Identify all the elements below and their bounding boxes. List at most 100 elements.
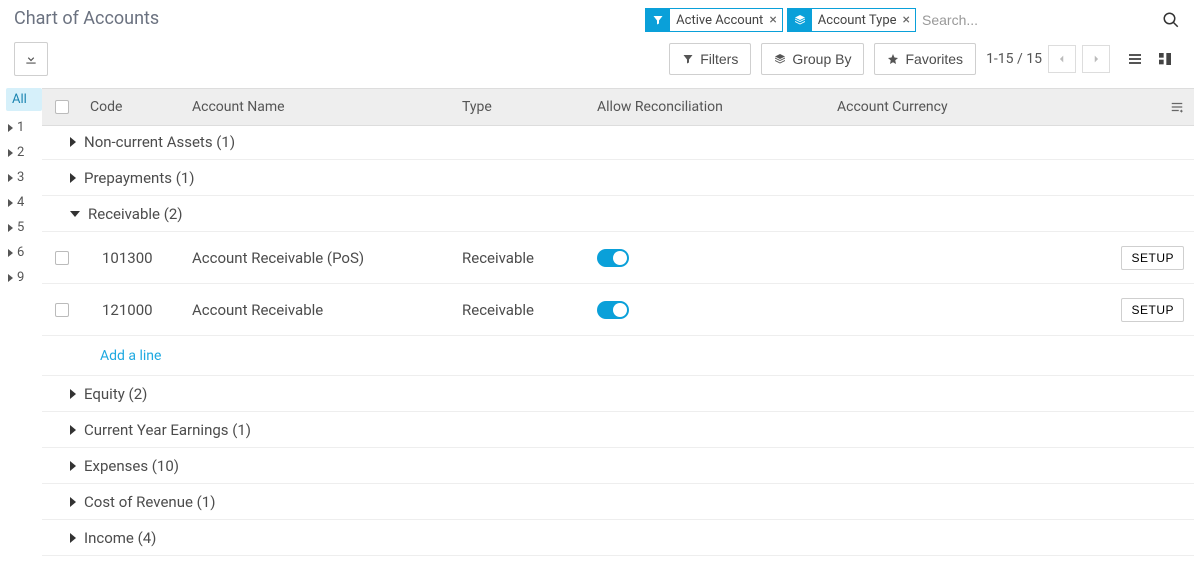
- setup-button[interactable]: SETUP: [1121, 246, 1184, 270]
- page-prev-button[interactable]: [1048, 45, 1076, 73]
- select-all-checkbox[interactable]: [55, 100, 69, 114]
- sidebar-item-label: 6: [17, 245, 24, 260]
- sidebar-item-label: 3: [17, 170, 24, 185]
- stack-icon: [774, 53, 786, 65]
- sidebar-item-label: 9: [17, 270, 24, 285]
- caret-right-icon: [8, 149, 13, 157]
- group-label: Income (4): [84, 529, 156, 547]
- star-icon: [887, 53, 899, 65]
- funnel-icon: [682, 53, 694, 65]
- chip-label: Account Type: [812, 13, 901, 28]
- col-code[interactable]: Code: [82, 99, 192, 115]
- search-icon[interactable]: [1162, 11, 1180, 29]
- sidebar-head[interactable]: All: [6, 88, 42, 111]
- chip-label: Active Account: [670, 13, 767, 28]
- col-type[interactable]: Type: [462, 99, 597, 115]
- caret-right-icon: [70, 533, 76, 543]
- cell-name: Account Receivable (PoS): [192, 249, 462, 267]
- group-label: Cost of Revenue (1): [84, 493, 215, 511]
- group-by-button[interactable]: Group By: [761, 43, 864, 75]
- caret-right-icon: [70, 137, 76, 147]
- cell-name: Account Receivable: [192, 301, 462, 319]
- group-row[interactable]: Expenses (10): [42, 448, 1194, 484]
- sidebar-item-label: 1: [17, 120, 24, 135]
- group-row[interactable]: Current Year Earnings (1): [42, 412, 1194, 448]
- setup-button[interactable]: SETUP: [1121, 298, 1184, 322]
- recon-toggle[interactable]: [597, 301, 629, 319]
- caret-down-icon: [70, 211, 80, 217]
- sidebar-item[interactable]: 3: [6, 165, 42, 190]
- favorites-label: Favorites: [905, 51, 963, 67]
- group-label: Non-current Assets (1): [84, 133, 235, 151]
- caret-right-icon: [70, 173, 76, 183]
- download-button[interactable]: [14, 42, 48, 76]
- page-title: Chart of Accounts: [14, 8, 159, 29]
- cell-code: 101300: [82, 249, 192, 267]
- list-view-button[interactable]: [1120, 45, 1150, 73]
- sidebar-item[interactable]: 1: [6, 115, 42, 140]
- group-row[interactable]: Income (4): [42, 520, 1194, 556]
- caret-right-icon: [70, 425, 76, 435]
- table-row[interactable]: 121000 Account Receivable Receivable SET…: [42, 284, 1194, 336]
- search-chips: Active Account × Account Type ×: [645, 8, 916, 32]
- view-switch: [1120, 45, 1180, 73]
- favorites-button[interactable]: Favorites: [874, 43, 976, 75]
- caret-right-icon: [8, 274, 13, 282]
- content: Code Account Name Type Allow Reconciliat…: [42, 88, 1194, 556]
- caret-right-icon: [8, 249, 13, 257]
- search-input[interactable]: [916, 8, 1156, 32]
- caret-right-icon: [70, 461, 76, 471]
- sidebar-item[interactable]: 5: [6, 215, 42, 240]
- sidebar-item[interactable]: 9: [6, 265, 42, 290]
- recon-toggle[interactable]: [597, 249, 629, 267]
- cell-code: 121000: [82, 301, 192, 319]
- group-row[interactable]: Equity (2): [42, 376, 1194, 412]
- group-by-label: Group By: [792, 51, 851, 67]
- sidebar-item-label: 4: [17, 195, 24, 210]
- group-row[interactable]: Cost of Revenue (1): [42, 484, 1194, 520]
- filters-label: Filters: [700, 51, 738, 67]
- group-label: Prepayments (1): [84, 169, 194, 187]
- col-currency[interactable]: Account Currency: [837, 99, 1154, 115]
- chip-account-type[interactable]: Account Type ×: [787, 8, 916, 32]
- sidebar-item-label: 5: [17, 220, 24, 235]
- group-label: Equity (2): [84, 385, 147, 403]
- col-recon[interactable]: Allow Reconciliation: [597, 99, 837, 115]
- caret-right-icon: [8, 174, 13, 182]
- filters-button[interactable]: Filters: [669, 43, 751, 75]
- sidebar-item[interactable]: 4: [6, 190, 42, 215]
- stack-icon: [788, 9, 812, 31]
- col-name[interactable]: Account Name: [192, 99, 462, 115]
- chip-remove-icon[interactable]: ×: [901, 13, 915, 27]
- caret-right-icon: [70, 389, 76, 399]
- table-row[interactable]: 101300 Account Receivable (PoS) Receivab…: [42, 232, 1194, 284]
- group-label: Expenses (10): [84, 457, 179, 475]
- caret-right-icon: [70, 497, 76, 507]
- caret-right-icon: [8, 224, 13, 232]
- paging: 1-15 / 15: [986, 45, 1110, 73]
- group-row[interactable]: Non-current Assets (1): [42, 124, 1194, 160]
- add-line-row: Add a line: [42, 336, 1194, 376]
- sidebar-item[interactable]: 2: [6, 140, 42, 165]
- chip-active-account[interactable]: Active Account ×: [645, 8, 783, 32]
- table-header: Code Account Name Type Allow Reconciliat…: [42, 88, 1194, 126]
- group-label: Receivable (2): [88, 205, 183, 223]
- col-settings-icon[interactable]: [1154, 100, 1194, 114]
- page-next-button[interactable]: [1082, 45, 1110, 73]
- group-label: Current Year Earnings (1): [84, 421, 251, 439]
- kanban-view-button[interactable]: [1150, 45, 1180, 73]
- sidebar: All 1 2 3 4 5 6 9: [0, 88, 42, 556]
- search-zone: Active Account × Account Type ×: [645, 8, 1180, 32]
- sidebar-item[interactable]: 6: [6, 240, 42, 265]
- funnel-icon: [646, 9, 670, 31]
- row-checkbox[interactable]: [55, 303, 69, 317]
- paging-text: 1-15 / 15: [986, 51, 1042, 67]
- row-checkbox[interactable]: [55, 251, 69, 265]
- add-line-link[interactable]: Add a line: [100, 348, 161, 364]
- sidebar-item-label: 2: [17, 145, 24, 160]
- group-row-expanded[interactable]: Receivable (2): [42, 196, 1194, 232]
- chip-remove-icon[interactable]: ×: [767, 13, 781, 27]
- caret-right-icon: [8, 199, 13, 207]
- group-row[interactable]: Prepayments (1): [42, 160, 1194, 196]
- caret-right-icon: [8, 124, 13, 132]
